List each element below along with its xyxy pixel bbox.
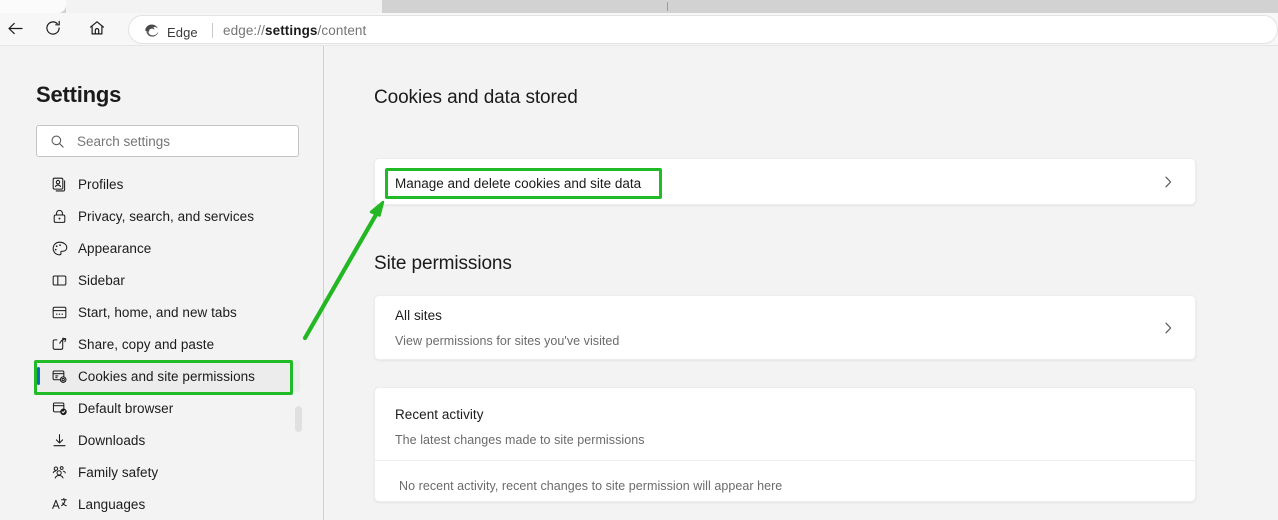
- all-sites-row[interactable]: All sites View permissions for sites you…: [374, 295, 1196, 360]
- edge-brand-label: Edge: [167, 24, 198, 40]
- sidebar-item-start-home-newtabs[interactable]: Start, home, and new tabs: [0, 296, 323, 328]
- sidebar-item-label: Profiles: [78, 176, 124, 192]
- sidebar-icon: [50, 271, 69, 290]
- card-divider: [375, 460, 1195, 461]
- sidebar-item-label: Sidebar: [78, 272, 125, 288]
- recent-activity-description: The latest changes made to site permissi…: [395, 433, 645, 447]
- chevron-right-icon: [1161, 321, 1175, 335]
- tab-strip-gap: [66, 0, 382, 13]
- back-arrow-icon[interactable]: [0, 13, 30, 43]
- search-input[interactable]: [77, 133, 267, 149]
- sidebar-item-label: Cookies and site permissions: [78, 368, 255, 384]
- sidebar-item-privacy[interactable]: Privacy, search, and services: [0, 200, 323, 232]
- address-bar[interactable]: Edge edge://settings/content: [128, 15, 1278, 44]
- sidebar-item-label: Default browser: [78, 400, 174, 416]
- settings-content: Cookies and data stored Save cookies and…: [324, 46, 1278, 520]
- sidebar-item-label: Start, home, and new tabs: [78, 304, 237, 320]
- sidebar-item-label: Appearance: [78, 240, 152, 256]
- tab-inactive-1[interactable]: [382, 0, 667, 13]
- manage-cookies-row[interactable]: Manage and delete cookies and site data: [374, 158, 1196, 205]
- sidebar-scrollbar-thumb[interactable]: [295, 406, 302, 432]
- url-suffix: /content: [317, 23, 367, 38]
- sidebar-item-label: Languages: [78, 496, 146, 512]
- share-icon: [50, 335, 69, 354]
- url-prefix: edge://: [223, 23, 265, 38]
- sidebar-item-cookies-and-site-permissions[interactable]: Cookies and site permissions: [0, 360, 323, 392]
- sidebar-item-appearance[interactable]: Appearance: [0, 232, 323, 264]
- sidebar-nav-list: Profiles Privacy, search, and services A…: [0, 168, 323, 520]
- recent-activity-card: Recent activity The latest changes made …: [374, 387, 1196, 502]
- sidebar-item-sidebar[interactable]: Sidebar: [0, 264, 323, 296]
- cookies-icon: [50, 367, 69, 386]
- sidebar-item-label: Share, copy and paste: [78, 336, 215, 352]
- tab-inactive-2[interactable]: [668, 0, 1278, 13]
- page-title: Settings: [36, 82, 122, 107]
- lock-icon: [50, 207, 69, 226]
- sidebar-item-languages[interactable]: Languages: [0, 488, 323, 520]
- default-browser-icon: [50, 399, 69, 418]
- recent-activity-title: Recent activity: [395, 407, 484, 422]
- url-host-bold: settings: [264, 23, 318, 38]
- languages-icon: [50, 495, 69, 514]
- all-sites-title: All sites: [395, 308, 442, 323]
- site-permissions-heading: Site permissions: [374, 253, 512, 274]
- tab-active[interactable]: [0, 0, 66, 13]
- edge-logo-icon: [143, 21, 160, 43]
- sidebar-item-profiles[interactable]: Profiles: [0, 168, 323, 200]
- sidebar-item-default-browser[interactable]: Default browser: [0, 392, 323, 424]
- reload-icon[interactable]: [38, 13, 68, 43]
- search-icon: [50, 134, 65, 149]
- search-settings-box[interactable]: [36, 125, 299, 157]
- sidebar-item-label: Downloads: [78, 432, 146, 448]
- omnibox-url[interactable]: edge://settings/content: [223, 22, 366, 39]
- family-icon: [50, 463, 69, 482]
- sidebar-item-family-safety[interactable]: Family safety: [0, 456, 323, 488]
- chevron-right-icon: [1161, 175, 1175, 189]
- home-icon[interactable]: [82, 13, 112, 43]
- download-icon: [50, 431, 69, 450]
- recent-activity-empty-text: No recent activity, recent changes to si…: [399, 479, 783, 493]
- cookies-section-heading: Cookies and data stored: [374, 87, 578, 108]
- omnibox-brand: Edge: [143, 21, 198, 43]
- settings-sidebar: Settings Profi: [0, 46, 323, 520]
- sidebar-item-label: Family safety: [78, 464, 159, 480]
- profiles-icon: [50, 175, 69, 194]
- manage-cookies-title: Manage and delete cookies and site data: [395, 174, 644, 189]
- sidebar-item-label: Privacy, search, and services: [78, 208, 255, 224]
- all-sites-description: View permissions for sites you've visite…: [395, 334, 620, 348]
- tab-strip: [0, 0, 1278, 13]
- omnibox-separator: [212, 23, 213, 38]
- sidebar-item-share-copy-paste[interactable]: Share, copy and paste: [0, 328, 323, 360]
- sidebar-item-selected-indicator: [37, 367, 40, 385]
- sidebar-item-downloads[interactable]: Downloads: [0, 424, 323, 456]
- new-tab-icon: [50, 303, 69, 322]
- palette-icon: [50, 239, 69, 258]
- browser-window: Edge edge://settings/content Settings Se…: [0, 0, 1278, 520]
